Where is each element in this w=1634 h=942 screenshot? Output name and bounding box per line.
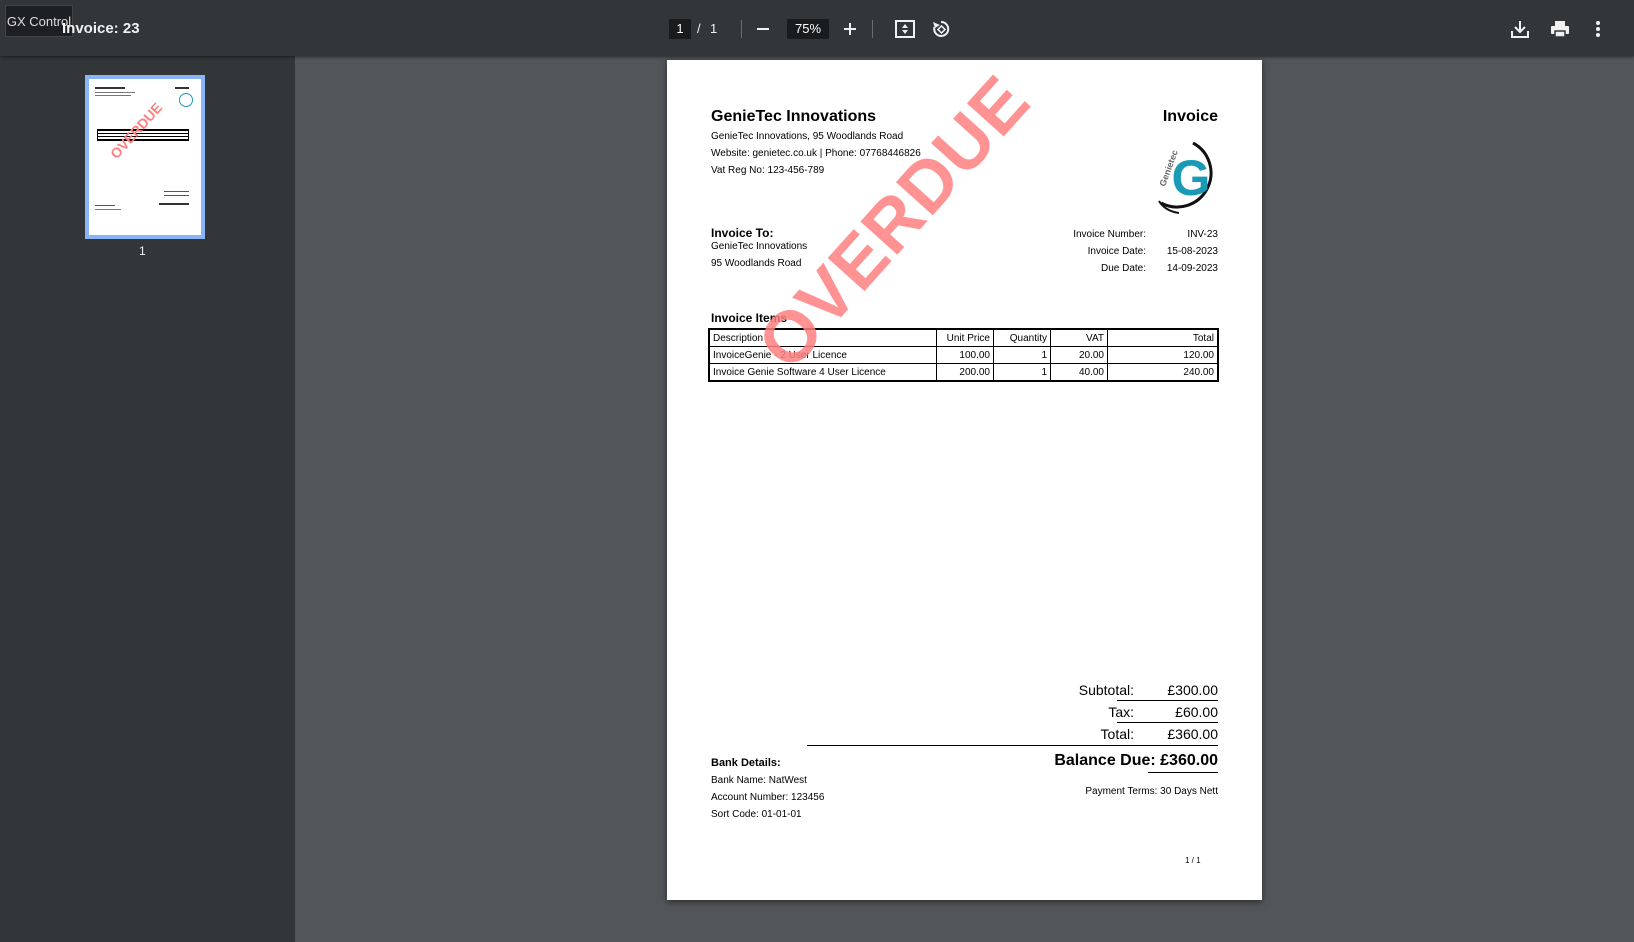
- download-icon: [1511, 21, 1529, 38]
- company-contact: Website: genietec.co.uk | Phone: 0776844…: [711, 148, 921, 159]
- invoice-date-label: Invoice Date:: [1087, 246, 1146, 257]
- item-total: 240.00: [1107, 363, 1219, 382]
- pdf-page: GenieTec Innovations GenieTec Innovation…: [667, 60, 1262, 900]
- rotate-icon: [933, 20, 950, 37]
- pdf-toolbar: GX Control Invoice: 23 1 / 1 75%: [0, 0, 1634, 56]
- tax-value: £60.00: [1175, 704, 1218, 720]
- page-thumbnail[interactable]: OVERDUE: [85, 75, 205, 239]
- invoice-heading: Invoice: [1162, 108, 1218, 125]
- page-footer-number: 1 / 1: [1185, 856, 1201, 865]
- company-name: GenieTec Innovations: [711, 108, 877, 125]
- more-vert-icon: [1596, 21, 1600, 37]
- sort-code: Sort Code: 01-01-01: [711, 809, 802, 820]
- genietec-logo-icon: G Genietec: [1157, 141, 1213, 214]
- page-separator: /: [697, 21, 701, 36]
- plus-icon: [844, 23, 856, 35]
- minus-icon: [757, 28, 769, 30]
- item-total: 120.00: [1107, 346, 1219, 364]
- fit-page-button[interactable]: [890, 14, 920, 44]
- toolbar-divider: [741, 20, 742, 38]
- invoice-to-name: GenieTec Innovations: [711, 241, 808, 252]
- page-number-input[interactable]: 1: [669, 19, 691, 39]
- subtotal-value: £300.00: [1167, 682, 1218, 698]
- bank-details-heading: Bank Details:: [711, 757, 781, 769]
- toolbar-divider: [872, 20, 873, 38]
- total-value: £360.00: [1167, 726, 1218, 742]
- item-unit-price: 200.00: [936, 363, 994, 382]
- tax-rule: [1117, 722, 1218, 723]
- zoom-in-button[interactable]: [835, 14, 865, 44]
- vat-reg-number: Vat Reg No: 123-456-789: [711, 165, 825, 176]
- item-quantity: 1: [993, 346, 1051, 364]
- company-logo: G Genietec: [1145, 137, 1225, 217]
- more-options-button[interactable]: [1583, 14, 1613, 44]
- column-header: Total: [1107, 328, 1219, 347]
- rotate-button[interactable]: [926, 14, 956, 44]
- total-rule: [807, 745, 1218, 746]
- document-title: Invoice: 23: [62, 20, 140, 37]
- due-date-label: Due Date:: [1100, 263, 1146, 274]
- item-quantity: 1: [993, 363, 1051, 382]
- invoice-number-label: Invoice Number:: [1073, 229, 1146, 240]
- account-number: Account Number: 123456: [711, 792, 825, 803]
- item-unit-price: 100.00: [936, 346, 994, 364]
- subtotal-rule: [1117, 700, 1218, 701]
- column-header: VAT: [1050, 328, 1108, 347]
- invoice-number-value: INV-23: [1187, 229, 1218, 240]
- download-button[interactable]: [1505, 14, 1535, 44]
- column-header: Quantity: [993, 328, 1051, 347]
- item-vat: 20.00: [1050, 346, 1108, 364]
- payment-terms: Payment Terms: 30 Days Nett: [1085, 786, 1218, 797]
- invoice-to-label: Invoice To:: [711, 226, 774, 240]
- invoice-to-address: 95 Woodlands Road: [711, 258, 802, 269]
- balance-due: Balance Due: £360.00: [1054, 752, 1218, 769]
- column-header: Unit Price: [936, 328, 994, 347]
- company-address: GenieTec Innovations, 95 Woodlands Road: [711, 131, 904, 142]
- item-description: Invoice Genie Software 4 User Licence: [708, 363, 937, 382]
- subtotal-label: Subtotal:: [1078, 682, 1134, 698]
- fit-page-icon: [895, 20, 915, 38]
- total-label: Total:: [1100, 726, 1134, 742]
- thumbnail-page-number: 1: [139, 244, 146, 258]
- tax-label: Tax:: [1108, 704, 1134, 720]
- zoom-out-button[interactable]: [748, 14, 778, 44]
- balance-rule: [1148, 772, 1218, 773]
- page-total: 1: [710, 21, 718, 36]
- invoice-date-value: 15-08-2023: [1166, 246, 1218, 257]
- bank-name: Bank Name: NatWest: [711, 775, 807, 786]
- due-date-value: 14-09-2023: [1166, 263, 1218, 274]
- zoom-level-input[interactable]: 75%: [787, 19, 829, 39]
- print-button[interactable]: [1545, 14, 1575, 44]
- print-icon: [1551, 21, 1569, 38]
- item-vat: 40.00: [1050, 363, 1108, 382]
